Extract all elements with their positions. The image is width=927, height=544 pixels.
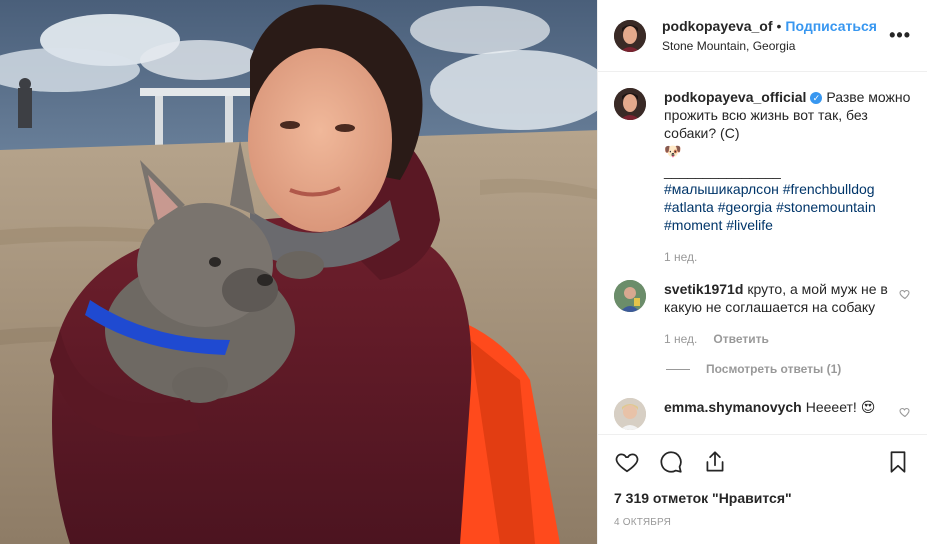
instagram-post: podkopayeva_of • Подписаться Stone Mount…: [0, 0, 927, 544]
avatar-image: [614, 280, 646, 312]
caption-body: podkopayeva_official ✓ Разве можно прожить…: [664, 88, 911, 266]
comments-section[interactable]: podkopayeva_official ✓ Разве можно прожить…: [598, 72, 927, 434]
replies-line: [666, 368, 690, 370]
caption-meta: 1 нед.: [664, 248, 911, 266]
comment-item: svetik1971d круто, а мой муж не в какую н…: [614, 280, 911, 348]
comment-item: emma.shymanovych Нееeет! 😍: [614, 398, 911, 430]
comment-time[interactable]: 1 нед.: [664, 330, 697, 348]
hashtag-link[interactable]: #stonemountain: [776, 199, 876, 215]
bookmark-icon[interactable]: [885, 449, 911, 475]
commenter-avatar[interactable]: [614, 280, 646, 312]
post-details-panel: podkopayeva_of • Подписаться Stone Mount…: [597, 0, 927, 544]
verified-badge-icon: ✓: [810, 92, 823, 104]
caption-divider: _______________: [664, 163, 781, 179]
follow-button[interactable]: Подписаться: [785, 17, 877, 35]
more-options-icon[interactable]: •••: [889, 25, 911, 46]
commenter-username[interactable]: svetik1971d: [664, 281, 743, 297]
heart-icon[interactable]: [614, 449, 640, 475]
post-caption: podkopayeva_official ✓ Разве можно прожить…: [614, 88, 911, 266]
comment-like-heart-icon[interactable]: [899, 406, 911, 418]
commenter-username[interactable]: emma.shymanovych: [664, 399, 802, 415]
author-username[interactable]: podkopayeva_of: [662, 17, 772, 35]
caption-hashtags: #малышикарлсон #frenchbulldog #atlanta #…: [664, 180, 911, 234]
caption-time[interactable]: 1 нед.: [664, 248, 697, 266]
action-bar: [614, 435, 911, 489]
comment-body: svetik1971d круто, а мой муж не в какую н…: [664, 280, 911, 348]
caption-avatar[interactable]: [614, 88, 646, 120]
view-replies-label: Посмотреть ответы (1): [706, 362, 842, 376]
likes-count[interactable]: 7 319 отметок "Нравится": [614, 489, 911, 507]
hashtag-link[interactable]: #moment: [664, 217, 722, 233]
post-location[interactable]: Stone Mountain, Georgia: [662, 37, 881, 55]
post-date[interactable]: 4 октября: [614, 517, 911, 528]
reply-button[interactable]: Ответить: [713, 330, 768, 348]
comment-like-heart-icon[interactable]: [899, 288, 911, 300]
hashtag-link[interactable]: #frenchbulldog: [783, 181, 875, 197]
post-photo[interactable]: [0, 0, 597, 544]
comment-text: Нееeет! 😍: [805, 399, 876, 415]
view-replies-button[interactable]: Посмотреть ответы (1): [666, 362, 911, 376]
comment-icon[interactable]: [658, 449, 684, 475]
post-header: podkopayeva_of • Подписаться Stone Mount…: [598, 0, 927, 72]
post-actions-footer: 7 319 отметок "Нравится" 4 октября: [598, 434, 927, 544]
caption-emoji: 🐶: [664, 143, 682, 159]
header-row: podkopayeva_of • Подписаться: [662, 17, 881, 35]
header-meta: podkopayeva_of • Подписаться Stone Mount…: [662, 17, 881, 55]
author-avatar[interactable]: [614, 19, 646, 52]
hashtag-link[interactable]: #atlanta: [664, 199, 714, 215]
comment-body: emma.shymanovych Нееeет! 😍: [664, 398, 911, 430]
commenter-avatar[interactable]: [614, 398, 646, 430]
comment-meta: 1 нед. Ответить: [664, 330, 911, 348]
hashtag-link[interactable]: #georgia: [718, 199, 773, 215]
avatar-image: [614, 88, 646, 120]
caption-username[interactable]: podkopayeva_official: [664, 89, 806, 105]
avatar-image: [614, 19, 646, 52]
separator-dot: •: [776, 17, 782, 34]
hashtag-link[interactable]: #livelife: [726, 217, 773, 233]
hashtag-link[interactable]: #малышикарлсон: [664, 181, 779, 197]
share-icon[interactable]: [702, 449, 728, 475]
avatar-image: [614, 398, 646, 430]
photo-illustration: [0, 0, 597, 544]
